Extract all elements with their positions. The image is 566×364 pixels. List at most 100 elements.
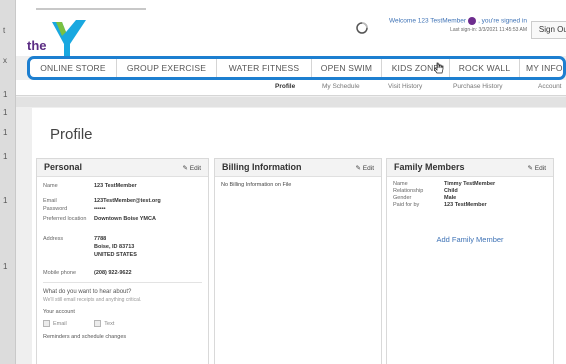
field-label: Name	[393, 181, 408, 187]
field-value: UNITED STATES	[94, 252, 137, 258]
text-checkbox[interactable]: Text	[94, 320, 115, 327]
field-label: Name	[43, 183, 58, 189]
field-value: Timmy TestMember	[444, 181, 496, 187]
checkbox-icon	[94, 320, 102, 327]
welcome-text: Welcome 123 TestMember	[388, 17, 467, 25]
field-value: 123TestMember@test.org	[94, 198, 161, 204]
billing-title: Billing Information	[222, 162, 302, 172]
personal-row: Email 123TestMember@test.org	[37, 196, 208, 206]
billing-empty-text: No Billing Information on File	[221, 182, 292, 188]
screen: t x 1 1 1 1 1 1 the Welcome 123 TestMemb…	[0, 0, 566, 364]
field-label: Password	[43, 206, 68, 212]
field-label: Mobile phone	[43, 270, 77, 276]
add-family-member-link[interactable]: Add Family Member	[387, 235, 553, 244]
family-edit-label: Edit	[534, 165, 546, 172]
field-value: Child	[444, 188, 458, 194]
nav-rock-wall[interactable]: ROCK WALL	[450, 59, 520, 77]
personal-card: Personal ✎ Edit Name 123 TestMember Email…	[36, 158, 209, 364]
left-strip-mark: x	[3, 56, 7, 65]
billing-edit-label: Edit	[362, 165, 374, 172]
billing-card: Billing Information ✎ Edit No Billing In…	[214, 158, 382, 364]
profile-content: Profile Personal ✎ Edit Name 123 TestMemb…	[32, 108, 566, 364]
left-strip-mark: 1	[3, 108, 8, 117]
family-row: Paid for by 123 TestMember	[387, 202, 553, 209]
nav-online-store[interactable]: ONLINE STORE	[30, 59, 117, 77]
pencil-icon: ✎	[527, 165, 533, 172]
header-rule	[36, 8, 146, 10]
left-strip-mark: 1	[3, 196, 8, 205]
reminders-label: Reminders and schedule changes	[43, 334, 127, 340]
main-nav: ONLINE STORE GROUP EXERCISE WATER FITNES…	[27, 56, 566, 80]
checkbox-icon	[43, 320, 50, 327]
notification-note: We'll still email receipts and anything …	[43, 297, 142, 303]
subnav-profile[interactable]: Profile	[275, 83, 295, 90]
mouse-cursor-icon	[434, 62, 444, 74]
nav-open-swim[interactable]: OPEN SWIM	[312, 59, 382, 77]
left-strip-mark: 1	[3, 128, 8, 137]
left-strip-mark: 1	[3, 90, 8, 99]
email-checkbox[interactable]: Email	[43, 320, 67, 327]
personal-row: Address 7788	[37, 236, 208, 244]
personal-row: Mobile phone (208) 922-9622	[37, 268, 208, 278]
welcome-message: Welcome 123 TestMember , you're signed in…	[372, 17, 527, 34]
family-card: Family Members ✎ Edit Name Timmy TestMemb…	[386, 158, 554, 364]
field-value: ••••••	[94, 206, 106, 212]
logo-text: the	[27, 38, 47, 53]
nav-group-exercise[interactable]: GROUP EXERCISE	[117, 59, 217, 77]
personal-row: Boise, ID 83713	[37, 244, 208, 252]
page-title: Profile	[50, 126, 93, 143]
pencil-icon: ✎	[355, 165, 361, 172]
field-value: Downtown Boise YMCA	[94, 216, 156, 222]
family-row: Relationship Child	[387, 188, 553, 195]
your-account-label: Your account	[43, 309, 75, 315]
field-value: Boise, ID 83713	[94, 244, 135, 250]
field-label: Paid for by	[393, 202, 420, 208]
personal-edit-button[interactable]: ✎ Edit	[183, 164, 201, 172]
family-row: Name Timmy TestMember	[387, 181, 553, 188]
site-header: the Welcome 123 TestMember , you're signe…	[16, 0, 566, 58]
field-label: Relationship	[393, 188, 424, 194]
divider-band	[16, 97, 566, 107]
personal-row: Name 123 TestMember	[37, 181, 208, 191]
account-options: Email Text	[37, 315, 208, 327]
field-label: Address	[43, 236, 64, 242]
field-label: Email	[43, 198, 57, 204]
family-edit-button[interactable]: ✎ Edit	[528, 164, 546, 172]
profile-subnav: Profile My Schedule Visit History Purcha…	[16, 80, 566, 96]
ymca-logo[interactable]: the	[26, 14, 86, 60]
billing-edit-button[interactable]: ✎ Edit	[356, 164, 374, 172]
page: the Welcome 123 TestMember , you're signe…	[16, 0, 566, 364]
personal-row: UNITED STATES	[37, 252, 208, 260]
left-panel-strip: t x 1 1 1 1 1 1	[0, 0, 16, 364]
welcome-suffix: , you're signed in	[478, 17, 527, 25]
sign-out-button[interactable]: Sign Out	[531, 21, 566, 39]
field-value: (208) 922-9622	[94, 270, 132, 276]
left-strip-mark: 1	[3, 152, 8, 161]
field-label: Gender	[393, 195, 412, 201]
personal-edit-label: Edit	[189, 165, 201, 172]
field-value: 123 TestMember	[94, 183, 137, 189]
family-title: Family Members	[394, 162, 465, 172]
subnav-my-schedule[interactable]: My Schedule	[322, 83, 360, 90]
loading-spinner-icon	[356, 22, 368, 34]
left-strip-mark: t	[3, 26, 6, 35]
nav-my-info[interactable]: MY INFO	[520, 59, 563, 77]
field-label: Preferred location	[43, 216, 87, 222]
personal-row: Preferred location Downtown Boise YMCA	[37, 214, 208, 230]
email-option-label: Email	[53, 320, 67, 327]
family-row: Gender Male	[387, 195, 553, 202]
field-value: Male	[444, 195, 457, 201]
pencil-icon: ✎	[182, 165, 188, 172]
field-value: 123 TestMember	[444, 202, 487, 208]
text-option-label: Text	[104, 320, 115, 327]
left-strip-mark: 1	[3, 262, 8, 271]
personal-title: Personal	[44, 162, 83, 172]
nav-water-fitness[interactable]: WATER FITNESS	[217, 59, 312, 77]
subnav-visit-history[interactable]: Visit History	[388, 83, 422, 90]
field-value: 7788	[94, 236, 107, 242]
avatar	[468, 17, 477, 25]
personal-row: Password ••••••	[37, 206, 208, 214]
subnav-purchase-history[interactable]: Purchase History	[453, 83, 503, 90]
last-signin: Last sign-in: 3/3/2021 11:45:53 AM	[450, 26, 527, 33]
subnav-account[interactable]: Account	[538, 83, 562, 90]
